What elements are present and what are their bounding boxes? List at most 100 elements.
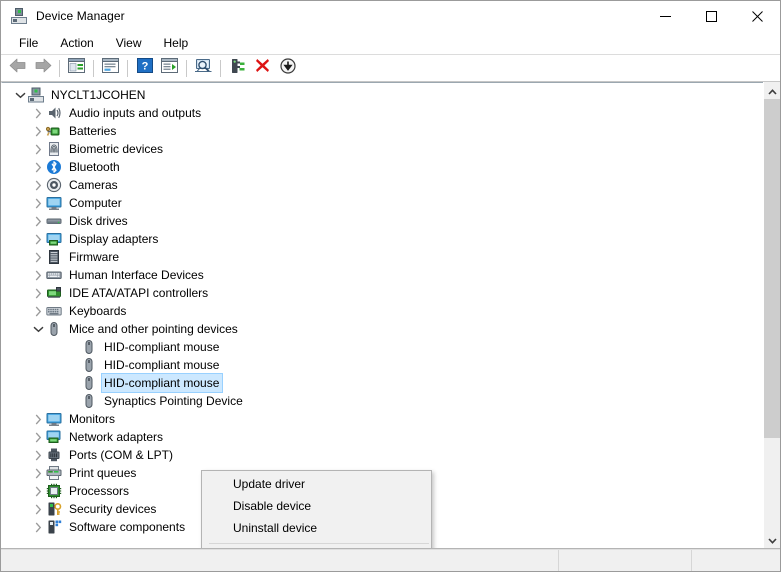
display-adapter-icon [46,231,62,247]
chevron-right-icon[interactable] [30,464,46,482]
toolbar-separator [220,60,221,77]
tree-row[interactable]: Computer [2,194,763,212]
tree-row-label: Mice and other pointing devices [67,320,241,338]
hid-icon [46,267,62,283]
chevron-right-icon[interactable] [30,284,46,302]
chevron-right-icon[interactable] [30,446,46,464]
close-button[interactable] [734,1,780,32]
scan-for-hardware-changes-button[interactable] [191,57,216,80]
mouse-icon [46,321,62,337]
chevron-right-icon[interactable] [30,500,46,518]
chevron-right-icon[interactable] [30,194,46,212]
tree-row-label: Biometric devices [67,140,166,158]
properties-icon [102,58,119,78]
show-hide-console-tree-icon [68,58,85,78]
battery-icon [46,123,62,139]
back-button[interactable] [5,57,30,80]
tree-row[interactable]: Monitors [2,410,763,428]
scroll-up-button[interactable] [764,82,780,99]
menu-action[interactable]: Action [49,33,104,54]
fingerprint-icon [46,141,62,157]
maximize-button[interactable] [688,1,734,32]
properties-button[interactable] [98,57,123,80]
chevron-right-icon[interactable] [30,230,46,248]
chevron-right-icon[interactable] [30,266,46,284]
tree-row-root[interactable]: NYCLT1JCOHEN [2,86,763,104]
tree-row[interactable]: Firmware [2,248,763,266]
context-menu[interactable]: Update driverDisable deviceUninstall dev… [201,470,432,548]
tree-row[interactable]: HID-compliant mouse [2,338,763,356]
chevron-right-icon[interactable] [30,212,46,230]
mouse-icon [81,339,97,355]
tree-row[interactable]: Human Interface Devices [2,266,763,284]
tree-row[interactable]: HID-compliant mouse [2,356,763,374]
tree-row[interactable]: Disk drives [2,212,763,230]
show-hide-console-tree-button[interactable] [64,57,89,80]
status-pane-tertiary [692,550,780,571]
context-menu-item[interactable]: Update driver [202,473,431,495]
scrollbar-track[interactable] [764,99,780,531]
tree-row[interactable]: Audio inputs and outputs [2,104,763,122]
tree-row[interactable]: Batteries [2,122,763,140]
tree-row-label: Print queues [67,464,139,482]
chevron-right-icon[interactable] [30,410,46,428]
context-menu-item[interactable]: Disable device [202,495,431,517]
chevron-right-icon[interactable] [30,302,46,320]
context-menu-item[interactable]: Uninstall device [202,517,431,539]
chevron-right-icon[interactable] [30,482,46,500]
toolbar-separator [127,60,128,77]
tree-row[interactable]: Cameras [2,176,763,194]
chevron-right-icon[interactable] [30,104,46,122]
chevron-right-icon[interactable] [30,248,46,266]
chevron-right-icon[interactable] [30,176,46,194]
forward-button[interactable] [30,57,55,80]
menu-help[interactable]: Help [153,33,200,54]
tree-row-label: Display adapters [67,230,161,248]
speaker-icon [46,105,62,121]
chevron-down-icon[interactable] [30,320,46,338]
enable-device-button[interactable] [225,57,250,80]
tree-row[interactable]: Mice and other pointing devices [2,320,763,338]
tree-row[interactable]: Synaptics Pointing Device [2,392,763,410]
chevron-right-icon[interactable] [30,518,46,536]
tree-row-label: Processors [67,482,132,500]
help-button[interactable]: ? [132,57,157,80]
scroll-down-button[interactable] [764,531,780,548]
tree-row[interactable]: Ports (COM & LPT) [2,446,763,464]
bluetooth-icon [46,159,62,175]
network-adapter-icon [46,429,62,445]
keyboard-icon [46,303,62,319]
tree-row[interactable]: Display adapters [2,230,763,248]
chevron-right-icon[interactable] [30,122,46,140]
enable-device-icon [229,58,246,79]
update-driver-button[interactable] [157,57,182,80]
chevron-right-icon[interactable] [30,140,46,158]
tree-row[interactable]: Bluetooth [2,158,763,176]
tree-row[interactable]: Network adapters [2,428,763,446]
disable-device-button[interactable] [275,57,300,80]
ide-controller-icon [46,285,62,301]
update-driver-icon [161,58,178,78]
tree-row[interactable]: Keyboards [2,302,763,320]
status-pane-message [1,550,559,571]
chevron-down-icon[interactable] [12,86,28,104]
window-title: Device Manager [36,9,125,23]
minimize-button[interactable] [642,1,688,32]
tree-row[interactable]: HID-compliant mouse [2,374,763,392]
tree-row-label: Cameras [67,176,121,194]
scrollbar-thumb[interactable] [764,99,780,438]
uninstall-device-button[interactable] [250,57,275,80]
vertical-scrollbar[interactable] [763,82,780,548]
device-tree-panel[interactable]: NYCLT1JCOHENAudio inputs and outputsBatt… [1,82,763,548]
device-manager-window: Device Manager File Action View Help [0,0,781,572]
menu-view[interactable]: View [105,33,153,54]
tree-row[interactable]: IDE ATA/ATAPI controllers [2,284,763,302]
chevron-right-icon[interactable] [30,158,46,176]
svg-text:?: ? [141,61,148,73]
tree-row[interactable]: Biometric devices [2,140,763,158]
tree-row-label: Monitors [67,410,118,428]
tree-row-label: NYCLT1JCOHEN [49,86,148,104]
chevron-right-icon[interactable] [30,428,46,446]
menu-file[interactable]: File [8,33,49,54]
disable-device-icon [280,58,296,79]
